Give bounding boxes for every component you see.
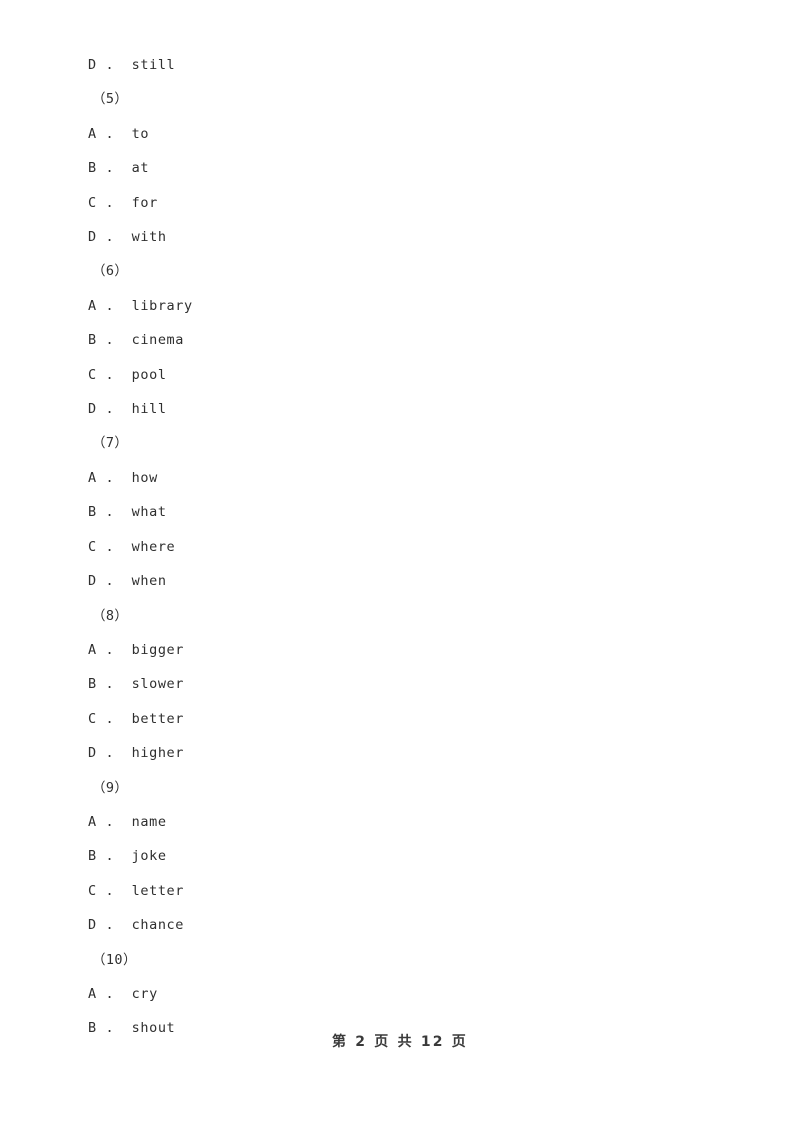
answer-option[interactable]: B . joke: [88, 839, 708, 873]
question-group-header: （8）: [92, 607, 129, 624]
answer-option[interactable]: A . cry: [88, 977, 708, 1011]
answer-option[interactable]: B . cinema: [88, 323, 708, 357]
answer-option[interactable]: C . better: [88, 702, 708, 736]
question-group-header: （10）: [92, 951, 137, 968]
answer-option[interactable]: C . letter: [88, 874, 708, 908]
answer-option[interactable]: A . how: [88, 461, 708, 495]
answer-option[interactable]: D . when: [88, 564, 708, 598]
answer-option[interactable]: A . to: [88, 117, 708, 151]
answer-option[interactable]: B . what: [88, 495, 708, 529]
answer-option[interactable]: C . pool: [88, 358, 708, 392]
document-body: D . still （5） A . to B . at C . for D . with （…: [88, 48, 708, 1046]
answer-option[interactable]: B . at: [88, 151, 708, 185]
answer-option[interactable]: C . where: [88, 530, 708, 564]
page-footer: 第 2 页 共 12 页: [0, 1031, 800, 1051]
answer-option[interactable]: A . name: [88, 805, 708, 839]
answer-option[interactable]: D . still: [88, 48, 708, 82]
answer-option[interactable]: D . higher: [88, 736, 708, 770]
question-group-header: （6）: [92, 263, 129, 280]
answer-option[interactable]: A . bigger: [88, 633, 708, 667]
document-page: D . still （5） A . to B . at C . for D . with （…: [0, 0, 800, 1132]
answer-option[interactable]: B . slower: [88, 667, 708, 701]
question-group-header: （9）: [92, 779, 129, 796]
question-group-header: （5）: [92, 91, 129, 108]
answer-option[interactable]: A . library: [88, 289, 708, 323]
answer-option[interactable]: C . for: [88, 186, 708, 220]
answer-option[interactable]: D . chance: [88, 908, 708, 942]
answer-option[interactable]: D . hill: [88, 392, 708, 426]
answer-option[interactable]: D . with: [88, 220, 708, 254]
footer-page-indicator: 第 2 页 共 12 页: [332, 1034, 468, 1050]
question-group-header: （7）: [92, 435, 129, 452]
